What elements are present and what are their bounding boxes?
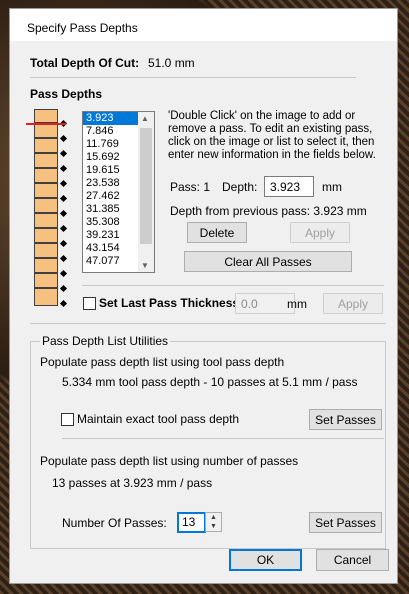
last-pass-checkbox[interactable] xyxy=(83,297,96,310)
window-title: Specify Pass Depths xyxy=(27,21,138,35)
utilities-group-title: Pass Depth List Utilities xyxy=(40,334,171,348)
title-bar: Specify Pass Depths xyxy=(10,9,397,41)
pass-depth-image[interactable] xyxy=(34,109,68,309)
spin-up-icon[interactable]: ▲ xyxy=(206,513,221,522)
set-passes-number-button[interactable]: Set Passes xyxy=(309,512,382,533)
depth-from-previous: Depth from previous pass: 3.923 mm xyxy=(170,204,367,218)
last-pass-unit: mm xyxy=(287,297,307,311)
total-depth-label: Total Depth Of Cut: xyxy=(30,56,140,70)
selected-pass-marker xyxy=(26,123,66,125)
list-scrollbar[interactable]: ▲ ▼ xyxy=(138,112,154,272)
pass-number-label: Pass: 1 xyxy=(170,180,211,194)
apply-last-pass-button[interactable]: Apply xyxy=(323,293,383,314)
ok-button[interactable]: OK xyxy=(229,549,302,571)
maintain-tool-depth-label: Maintain exact tool pass depth xyxy=(77,412,240,426)
apply-depth-button[interactable]: Apply xyxy=(290,222,350,243)
num-passes-spinner[interactable]: ▲ ▼ xyxy=(205,512,222,532)
num-passes-label: Number Of Passes: xyxy=(62,516,167,530)
delete-button[interactable]: Delete xyxy=(187,222,247,243)
divider xyxy=(82,285,384,286)
cancel-button[interactable]: Cancel xyxy=(316,549,389,571)
instructions-text: 'Double Click' on the image to add or re… xyxy=(168,110,376,161)
scroll-thumb[interactable] xyxy=(140,128,152,244)
scroll-up-icon[interactable]: ▲ xyxy=(141,114,149,123)
pass-depths-heading: Pass Depths xyxy=(30,87,103,101)
tool-depth-summary: 5.334 mm tool pass depth - 10 passes at … xyxy=(62,375,358,389)
depth-unit: mm xyxy=(322,180,342,194)
scroll-down-icon[interactable]: ▼ xyxy=(141,261,149,270)
set-passes-tool-button[interactable]: Set Passes xyxy=(309,409,382,430)
total-depth-value: 51.0 mm xyxy=(148,56,195,70)
depth-input[interactable]: 3.923 xyxy=(264,176,314,197)
clear-all-passes-button[interactable]: Clear All Passes xyxy=(184,251,352,272)
last-pass-label: Set Last Pass Thickness xyxy=(99,296,240,310)
pass-depth-list[interactable]: 3.923 7.846 11.769 15.692 19.615 23.538 … xyxy=(82,111,155,273)
specify-pass-depths-dialog: Specify Pass Depths Total Depth Of Cut: … xyxy=(9,8,398,584)
maintain-tool-depth-checkbox[interactable] xyxy=(61,413,74,426)
tool-depth-heading: Populate pass depth list using tool pass… xyxy=(40,355,285,369)
divider xyxy=(30,77,356,78)
divider xyxy=(30,323,386,324)
depth-label: Depth: xyxy=(222,180,258,194)
divider xyxy=(62,438,384,439)
num-passes-input[interactable]: 13 xyxy=(177,512,206,533)
last-pass-thickness-input[interactable]: 0.0 xyxy=(235,293,295,314)
num-passes-heading: Populate pass depth list using number of… xyxy=(40,454,299,468)
num-passes-summary: 13 passes at 3.923 mm / pass xyxy=(52,476,213,490)
spin-down-icon[interactable]: ▼ xyxy=(206,522,221,531)
